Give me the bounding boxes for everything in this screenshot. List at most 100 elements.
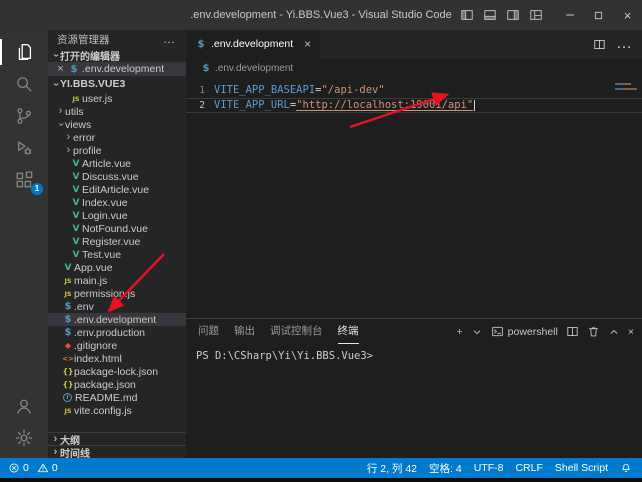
- close-panel[interactable]: ×: [628, 326, 634, 338]
- toggle-primary-sidebar-icon[interactable]: [460, 8, 474, 22]
- activity-bar-top: 1: [0, 30, 48, 196]
- activity-search[interactable]: [0, 68, 48, 100]
- panel-tab-终端[interactable]: 终端: [338, 319, 359, 344]
- maximize-button[interactable]: [584, 0, 613, 30]
- section-label: 时间线: [60, 445, 90, 459]
- file-.gitignore[interactable]: ◆.gitignore: [48, 339, 186, 352]
- status-encoding[interactable]: UTF-8: [474, 462, 504, 474]
- file-package-lock.json[interactable]: {}package-lock.json: [48, 365, 186, 378]
- env-file-icon: $: [62, 301, 74, 312]
- launch-profile-dropdown[interactable]: [471, 326, 483, 338]
- activity-explorer[interactable]: [0, 36, 48, 68]
- tab-env-development[interactable]: $ .env.development ×: [186, 30, 320, 58]
- activity-run-debug[interactable]: [0, 132, 48, 164]
- status-warnings[interactable]: 0: [37, 462, 58, 474]
- extensions-badge: 1: [31, 183, 43, 195]
- file-Test.vue[interactable]: VTest.vue: [48, 248, 186, 261]
- file-permission.js[interactable]: JSpermission.js: [48, 287, 186, 300]
- more-actions-icon[interactable]: …: [163, 36, 176, 42]
- file-.env.development[interactable]: $.env.development: [48, 313, 186, 326]
- status-value: 行 2, 列 42: [367, 461, 417, 476]
- window-edge: [0, 478, 642, 482]
- folder-views[interactable]: ›views: [48, 118, 186, 131]
- file-README.md[interactable]: iREADME.md: [48, 391, 186, 404]
- chevron-down-icon: ›: [51, 80, 60, 89]
- status-value: UTF-8: [474, 462, 504, 474]
- tab-close-icon[interactable]: ×: [304, 37, 311, 51]
- file-label: profile: [73, 145, 102, 157]
- file-label: Index.vue: [82, 197, 128, 209]
- file-index.html[interactable]: <>index.html: [48, 352, 186, 365]
- open-editors-header[interactable]: › 打开的编辑器: [48, 48, 186, 62]
- toggle-panel-icon[interactable]: [483, 8, 497, 22]
- sidebar-title: 资源管理器: [57, 32, 110, 47]
- panel-tab-问题[interactable]: 问题: [198, 319, 219, 344]
- folder-error[interactable]: ›error: [48, 131, 186, 144]
- file-label: package.json: [74, 379, 136, 391]
- close-editor-icon[interactable]: ×: [55, 63, 66, 75]
- project-label: YI.BBS.VUE3: [60, 78, 125, 90]
- file-Register.vue[interactable]: VRegister.vue: [48, 235, 186, 248]
- file-package.json[interactable]: {}package.json: [48, 378, 186, 391]
- status-notifications[interactable]: [620, 462, 632, 474]
- customize-layout-icon[interactable]: [529, 8, 543, 22]
- file-main.js[interactable]: JSmain.js: [48, 274, 186, 287]
- js-file-icon: JS: [70, 95, 82, 103]
- file-label: App.vue: [74, 262, 113, 274]
- key-token: VITE_APP_URL: [214, 99, 290, 112]
- panel-tab-调试控制台[interactable]: 调试控制台: [270, 319, 323, 344]
- file-label: permission.js: [74, 288, 135, 300]
- editor-code[interactable]: 1VITE_APP_BASEAPI="/api-dev"2VITE_APP_UR…: [186, 78, 642, 318]
- file-Login.vue[interactable]: VLogin.vue: [48, 209, 186, 222]
- close-window-button[interactable]: ×: [613, 0, 642, 30]
- workbench: 1 资源管理器 … › 打开的编辑器 × $ .env.development …: [0, 30, 642, 458]
- section-大纲[interactable]: ›大纲: [48, 432, 186, 445]
- split-editor-icon[interactable]: [593, 38, 606, 51]
- file-Index.vue[interactable]: VIndex.vue: [48, 196, 186, 209]
- sidebar-bottom: ›大纲›时间线: [48, 432, 186, 458]
- status-cursor-position[interactable]: 行 2, 列 42: [367, 461, 417, 476]
- file-EditArticle.vue[interactable]: VEditArticle.vue: [48, 183, 186, 196]
- file-.env[interactable]: $.env: [48, 300, 186, 313]
- terminal[interactable]: PS D:\CSharp\Yi\Yi.BBS.Vue3>: [186, 344, 642, 458]
- split-terminal[interactable]: [566, 325, 579, 338]
- status-indentation[interactable]: 空格: 4: [429, 461, 462, 476]
- activity-settings[interactable]: [0, 422, 48, 454]
- status-eol[interactable]: CRLF: [515, 462, 542, 474]
- status-bar: 00 行 2, 列 42 空格: 4 UTF-8 CRLF Shell Script: [0, 458, 642, 478]
- kill-terminal[interactable]: [587, 325, 600, 338]
- more-actions-icon[interactable]: …: [616, 35, 632, 53]
- status-errors[interactable]: 0: [8, 462, 29, 474]
- file-Article.vue[interactable]: VArticle.vue: [48, 157, 186, 170]
- minimap[interactable]: [615, 83, 639, 93]
- sidebar-explorer: 资源管理器 … › 打开的编辑器 × $ .env.development › …: [48, 30, 186, 458]
- file-vite.config.js[interactable]: JSvite.config.js: [48, 404, 186, 417]
- file-NotFound.vue[interactable]: VNotFound.vue: [48, 222, 186, 235]
- toggle-secondary-sidebar-icon[interactable]: [506, 8, 520, 22]
- status-language-mode[interactable]: Shell Script: [555, 462, 608, 474]
- vue-file-icon: V: [70, 185, 82, 195]
- file-user.js[interactable]: JSuser.js: [48, 92, 186, 105]
- chevron-up-icon: [608, 326, 620, 338]
- terminal-selector[interactable]: powershell: [491, 325, 558, 338]
- panel-tab-输出[interactable]: 输出: [234, 319, 255, 344]
- tab-bar: $ .env.development × …: [186, 30, 642, 58]
- new-terminal[interactable]: +: [457, 326, 463, 338]
- activity-account[interactable]: [0, 390, 48, 422]
- file-Discuss.vue[interactable]: VDiscuss.vue: [48, 170, 186, 183]
- maximize-panel[interactable]: [608, 326, 620, 338]
- activity-source-control[interactable]: [0, 100, 48, 132]
- file-.env.production[interactable]: $.env.production: [48, 326, 186, 339]
- minimize-button[interactable]: [555, 0, 584, 30]
- key-token: VITE_APP_BASEAPI: [214, 83, 315, 98]
- folder-profile[interactable]: ›profile: [48, 144, 186, 157]
- breadcrumb[interactable]: $ .env.development: [186, 58, 642, 78]
- open-editor-item[interactable]: × $ .env.development: [48, 62, 186, 76]
- folder-utils[interactable]: ›utils: [48, 105, 186, 118]
- window-controls: ×: [555, 0, 642, 30]
- activity-extensions[interactable]: 1: [0, 164, 48, 196]
- project-section-header[interactable]: › YI.BBS.VUE3: [48, 76, 186, 92]
- file-App.vue[interactable]: VApp.vue: [48, 261, 186, 274]
- section-时间线[interactable]: ›时间线: [48, 445, 186, 458]
- line-number: 2: [186, 99, 214, 112]
